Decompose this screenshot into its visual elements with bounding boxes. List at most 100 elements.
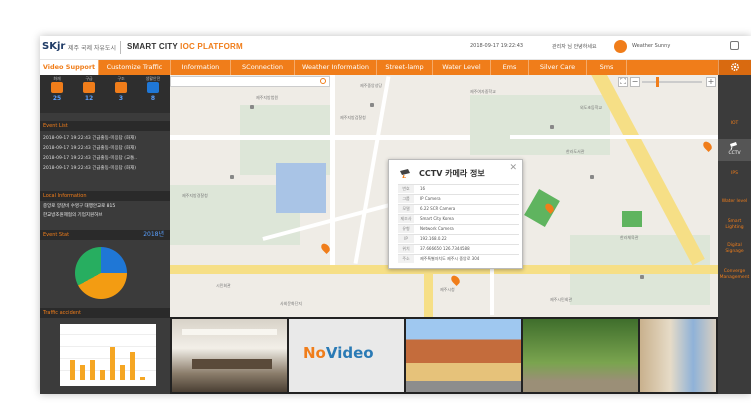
right-menu-smart-lighting[interactable]: Smart Lighting [718, 219, 751, 231]
zoom-slider-handle[interactable] [656, 77, 659, 87]
zoom-slider[interactable] [642, 81, 702, 83]
map-poi-icon [370, 103, 374, 107]
traffic-bar [120, 365, 125, 380]
event-list-item[interactable]: 2018-09-17 19:22:43 긴급출동-미응답 (화재) [43, 165, 136, 171]
traffic-bar [110, 347, 115, 380]
map-search-input[interactable] [170, 76, 330, 87]
header-user[interactable]: 관리자 님 안녕하세요 [552, 43, 597, 50]
video-thumbnail-office[interactable] [172, 319, 287, 392]
video-thumbnail-alley[interactable] [640, 319, 716, 392]
logo-subtitle: 제주 국제 자유도시 [68, 45, 116, 52]
map-view[interactable]: 제주지방법원 제주지방검찰청 제주중앙성당 제주지방경찰청 제주여자중학교 한라… [170, 75, 718, 317]
event-label: 구급 [85, 76, 93, 81]
app-title-main: SMART CITY [127, 42, 181, 51]
no-video-text: NoVideo [303, 344, 374, 362]
popup-row: IP 192.168.0.22 [398, 234, 519, 243]
event-list-item[interactable]: 2018-09-17 19:22:43 긴급출동-미응답 (화재) [43, 145, 136, 151]
cctv-camera-icon [400, 169, 410, 178]
local-info-title: Local Information [43, 193, 87, 199]
event-counters: 화재 25 구급 12 구조 3 생활안전 8 [40, 75, 170, 113]
event-stat-title: Event Stat [43, 232, 70, 238]
event-counter-ambulance[interactable]: 구급 12 [74, 76, 104, 102]
traffic-bar-chart [60, 324, 156, 386]
event-counter-rescue[interactable]: 구조 3 [106, 76, 136, 102]
tab-customize-traffic[interactable]: Customize Traffic [98, 60, 170, 75]
popup-row: 유형 Network Camera [398, 224, 519, 233]
local-info-header: Local Information [40, 191, 170, 201]
map-label: 제주지방경찰청 [182, 193, 208, 198]
popup-row: 번호 16 [398, 184, 519, 193]
popup-key: 번호 [398, 185, 414, 193]
event-list-header: Event List [40, 121, 170, 131]
tab-sconnection[interactable]: SConnection [230, 60, 294, 75]
tab-silver-care[interactable]: Silver Care [528, 60, 586, 75]
right-menu-iot[interactable]: IOT [718, 121, 751, 127]
popup-key: 유형 [398, 225, 414, 233]
event-list-item[interactable]: 2018-09-17 19:22:43 긴급출동-미응답 (화재) [43, 135, 136, 141]
video-thumbnail-street[interactable] [406, 319, 521, 392]
event-list-item[interactable]: 2018-09-17 19:22:43 긴급출동-미응답 (교통.. [43, 155, 137, 161]
popup-value: IP Camera [420, 196, 441, 201]
popup-key: IP [398, 235, 414, 243]
tab-water-level[interactable]: Water Level [432, 60, 490, 75]
video-thumbnail-strip: NoVideo [170, 317, 718, 394]
app-window: SKjr 제주 국제 자유도시 SMART CITY IOC PLATFORM … [40, 36, 751, 394]
zoom-in-button[interactable]: + [706, 77, 716, 87]
cctv-marker-icon[interactable] [449, 273, 462, 287]
right-menu-water-level[interactable]: Water level [718, 199, 751, 205]
traffic-bar [70, 360, 75, 380]
map-label: 외도초등학교 [580, 105, 603, 110]
event-stat-pie-chart [75, 247, 127, 299]
map-road [510, 135, 718, 139]
popup-row: 위치 37.666650 126.7344588 [398, 244, 519, 253]
logo[interactable]: SKjr [42, 41, 65, 52]
popup-value: 6.22 SCR Camera [420, 206, 456, 211]
map-poi-icon [250, 105, 254, 109]
local-info-line: 중앙로 양갈비 수영구 대행안교로 815 [43, 204, 116, 209]
thumb-detail [182, 329, 277, 335]
logout-icon[interactable] [730, 41, 739, 50]
map-park [524, 189, 560, 227]
right-menu-ips[interactable]: IPS [718, 171, 751, 177]
tab-information[interactable]: Information [170, 60, 230, 75]
popup-key: 위치 [398, 245, 414, 253]
traffic-bar [140, 377, 145, 380]
traffic-bar [130, 352, 135, 380]
tab-ems[interactable]: Ems [490, 60, 528, 75]
tab-sms[interactable]: Sms [586, 60, 626, 75]
right-menu-digital-signage[interactable]: Digital Signage [718, 243, 751, 255]
header-divider [120, 41, 121, 54]
tab-street-lamp[interactable]: Street-lamp [376, 60, 432, 75]
map-label: 한라도서관 [566, 149, 585, 154]
event-counter-safety[interactable]: 생활안전 8 [138, 76, 168, 102]
rescue-icon [115, 82, 127, 93]
nav-spacer [626, 60, 718, 75]
popup-value: 제주특별자치도 제주시 중앙로 304 [420, 256, 480, 261]
close-icon[interactable]: ✕ [509, 163, 517, 173]
event-counter-fire[interactable]: 화재 25 [42, 76, 72, 102]
event-stat-year[interactable]: 2018년 [143, 230, 164, 240]
cctv-marker-icon[interactable] [701, 139, 714, 153]
map-label: 한라체육관 [620, 235, 639, 240]
app-title-accent: IOC PLATFORM [180, 42, 243, 51]
popup-value: 192.168.0.22 [420, 236, 447, 241]
popup-key: 모델 [398, 205, 414, 213]
settings-tab[interactable] [718, 60, 751, 75]
search-icon[interactable] [320, 78, 326, 84]
video-thumbnail-no-video[interactable]: NoVideo [289, 319, 404, 392]
right-menu-cctv[interactable]: CCTV [718, 139, 751, 161]
popup-row: 그룹 IP Camera [398, 194, 519, 203]
map-label: 제주중앙성당 [360, 83, 383, 88]
video-thumbnail-trees[interactable] [523, 319, 638, 392]
right-menu-converge-management[interactable]: Converge Management [718, 269, 751, 281]
fire-icon [51, 82, 63, 93]
popup-key: 제조사 [398, 215, 414, 223]
popup-row: 주소 제주특별자치도 제주시 중앙로 304 [398, 254, 519, 263]
page: SKjr 제주 국제 자유도시 SMART CITY IOC PLATFORM … [0, 0, 751, 404]
tab-weather-information[interactable]: Weather Information [294, 60, 376, 75]
zoom-out-button[interactable]: − [630, 77, 640, 87]
map-road [170, 135, 470, 140]
map-label: 제주시민회관 [550, 297, 573, 302]
map-fullscreen-icon[interactable]: ⛶ [618, 77, 628, 87]
tab-video-support[interactable]: Video Support [40, 60, 98, 75]
